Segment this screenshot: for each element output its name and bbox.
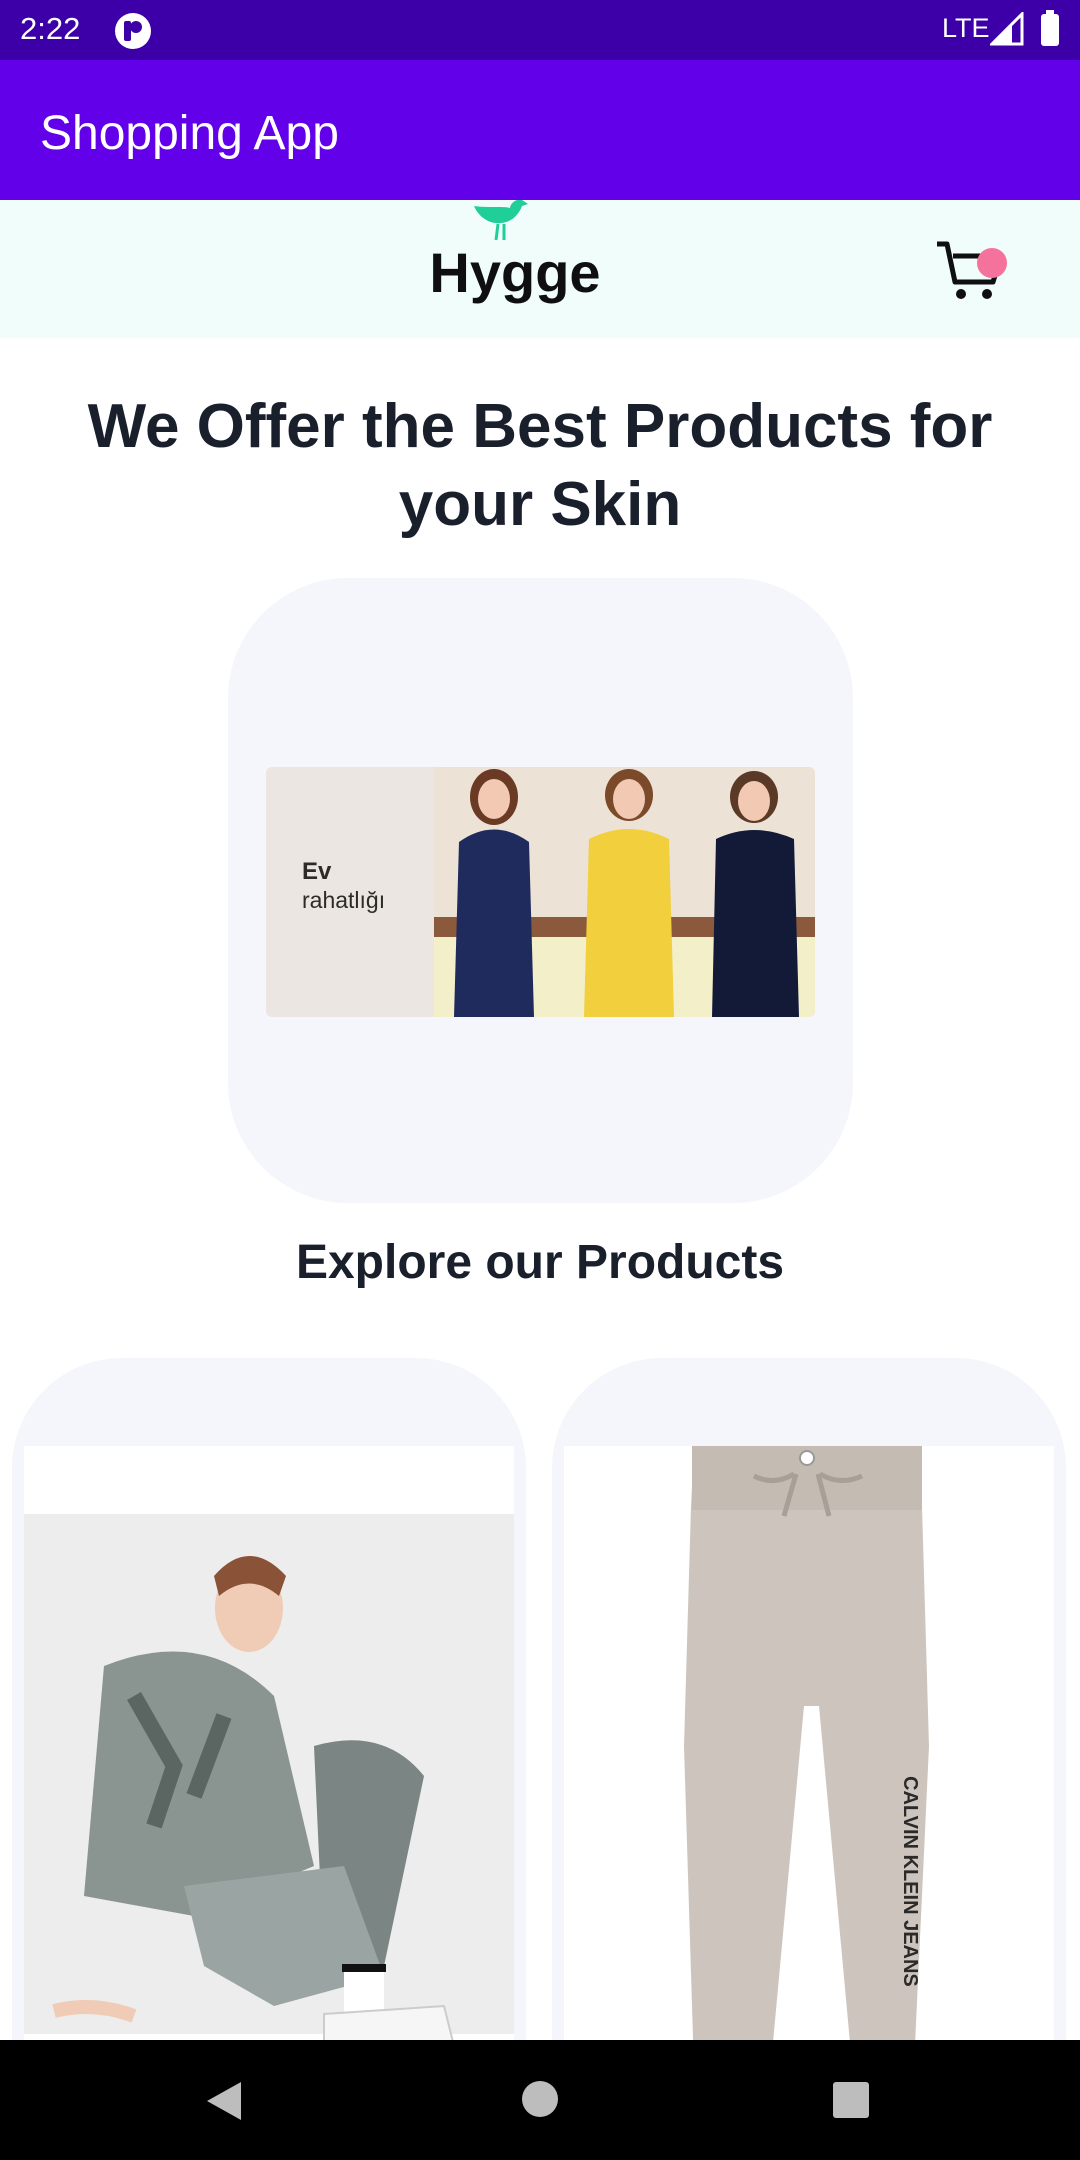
status-bar: 2:22 LTE <box>0 0 1080 60</box>
product-card[interactable]: CALVIN KLEIN JEANS <box>552 1358 1066 2078</box>
recents-icon[interactable] <box>833 2082 869 2118</box>
hero-banner[interactable]: Ev rahatlığı <box>266 767 815 1017</box>
navigation-bar <box>0 2040 1080 2160</box>
brand-header: Hygge <box>0 200 1080 338</box>
banner-line2: rahatlığı <box>302 887 386 913</box>
back-icon[interactable] <box>205 2080 245 2122</box>
hero-title: We Offer the Best Products for your Skin <box>87 392 993 539</box>
product-image[interactable]: CALVIN KLEIN JEANS <box>564 1446 1054 2078</box>
tie-dye-loungewear-photo <box>24 1514 514 2058</box>
home-icon[interactable] <box>522 2081 558 2117</box>
app-notification-icon <box>115 13 151 49</box>
battery-icon <box>1041 10 1059 46</box>
explore-title: Explore our Products <box>295 1236 785 1289</box>
brand-name: Hygge <box>429 241 601 304</box>
network-type: LTE <box>942 13 990 43</box>
banner-models-image <box>434 767 815 1017</box>
cart-badge <box>977 248 1007 278</box>
product-image[interactable] <box>24 1446 514 2078</box>
bird-icon <box>474 200 528 241</box>
banner-line1: Ev <box>302 858 332 885</box>
hero-card[interactable]: Ev rahatlığı <box>228 578 853 1203</box>
app-bar: Shopping App <box>0 60 1080 200</box>
product-print: CALVIN KLEIN JEANS <box>899 1776 921 1987</box>
app-title: Shopping App <box>40 107 339 160</box>
cart-button[interactable] <box>935 238 1015 308</box>
product-card[interactable] <box>12 1358 526 2078</box>
grey-sweatpants-photo: CALVIN KLEIN JEANS <box>684 1446 929 2078</box>
signal-icon <box>990 12 1024 46</box>
status-time: 2:22 <box>20 11 81 46</box>
banner-text: Ev rahatlığı <box>302 857 385 915</box>
